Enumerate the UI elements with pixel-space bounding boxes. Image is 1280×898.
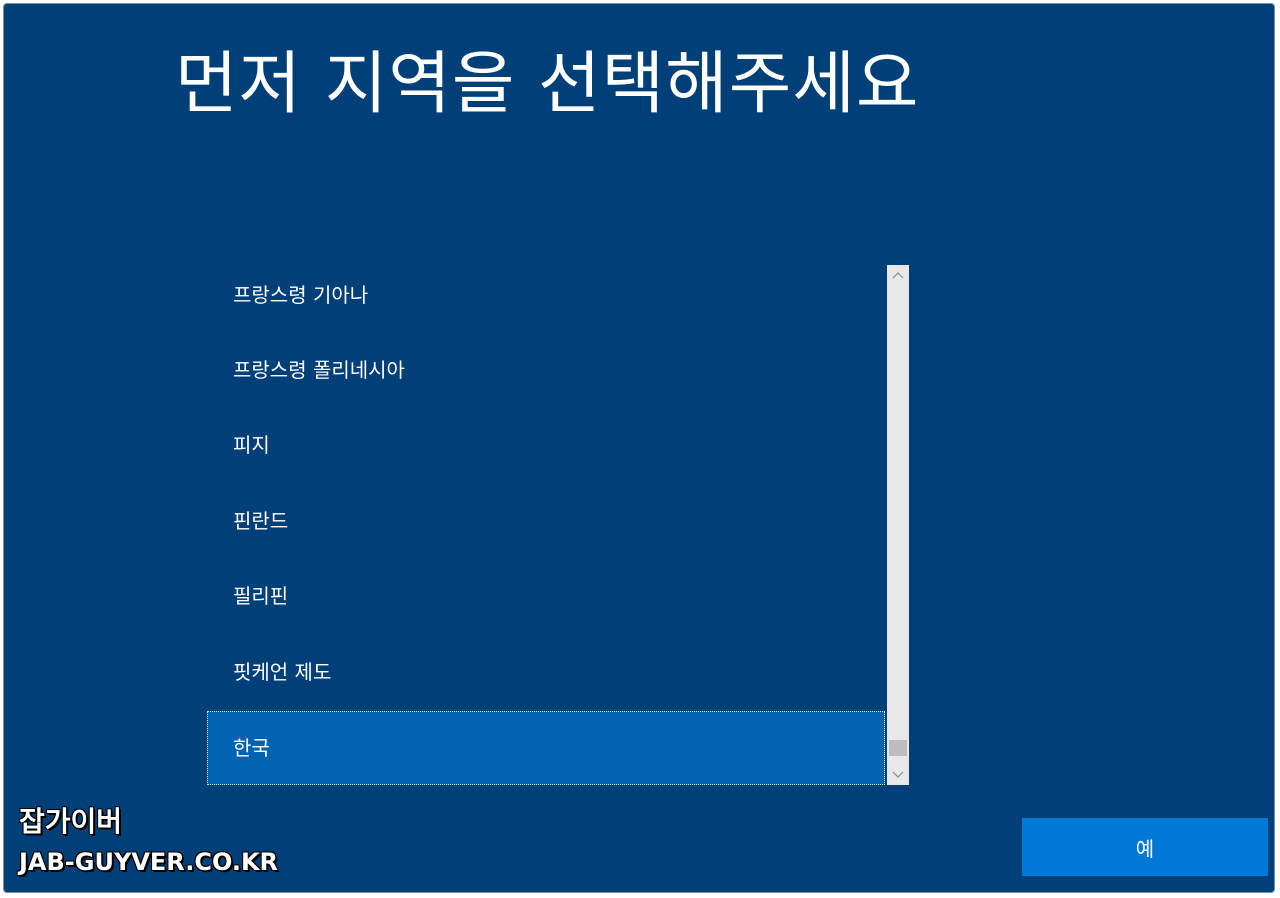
- list-item-pitcairn-islands[interactable]: 핏케언 제도: [207, 635, 885, 709]
- chevron-up-icon: [892, 272, 904, 279]
- list-item-french-guiana[interactable]: 프랑스령 기아나: [207, 265, 885, 332]
- setup-window: 먼저 지역을 선택해주세요 프랑스령 기아나 프랑스령 폴리네시아 피지 핀란드…: [3, 3, 1275, 893]
- list-item-korea[interactable]: 한국: [207, 711, 885, 785]
- list-item-philippines[interactable]: 필리핀: [207, 559, 885, 633]
- scrollbar-thumb[interactable]: [889, 740, 907, 756]
- region-list: 프랑스령 기아나 프랑스령 폴리네시아 피지 핀란드 필리핀 핏케언 제도 한국: [207, 265, 885, 785]
- yes-button[interactable]: 예: [1022, 818, 1268, 876]
- vertical-scrollbar[interactable]: [887, 265, 909, 785]
- scroll-up-button[interactable]: [887, 265, 909, 285]
- page-title: 먼저 지역을 선택해주세요: [175, 45, 920, 124]
- watermark-url: JAB-GUYVER.CO.KR: [19, 848, 279, 876]
- list-item-french-polynesia[interactable]: 프랑스령 폴리네시아: [207, 333, 885, 407]
- watermark: 잡가이버 JAB-GUYVER.CO.KR: [19, 800, 278, 880]
- scroll-down-button[interactable]: [887, 765, 909, 785]
- list-item-fiji[interactable]: 피지: [207, 408, 885, 482]
- chevron-down-icon: [892, 771, 904, 778]
- region-listbox[interactable]: 프랑스령 기아나 프랑스령 폴리네시아 피지 핀란드 필리핀 핏케언 제도 한국: [207, 265, 909, 785]
- list-item-finland[interactable]: 핀란드: [207, 484, 885, 558]
- watermark-brand: 잡가이버: [19, 805, 123, 838]
